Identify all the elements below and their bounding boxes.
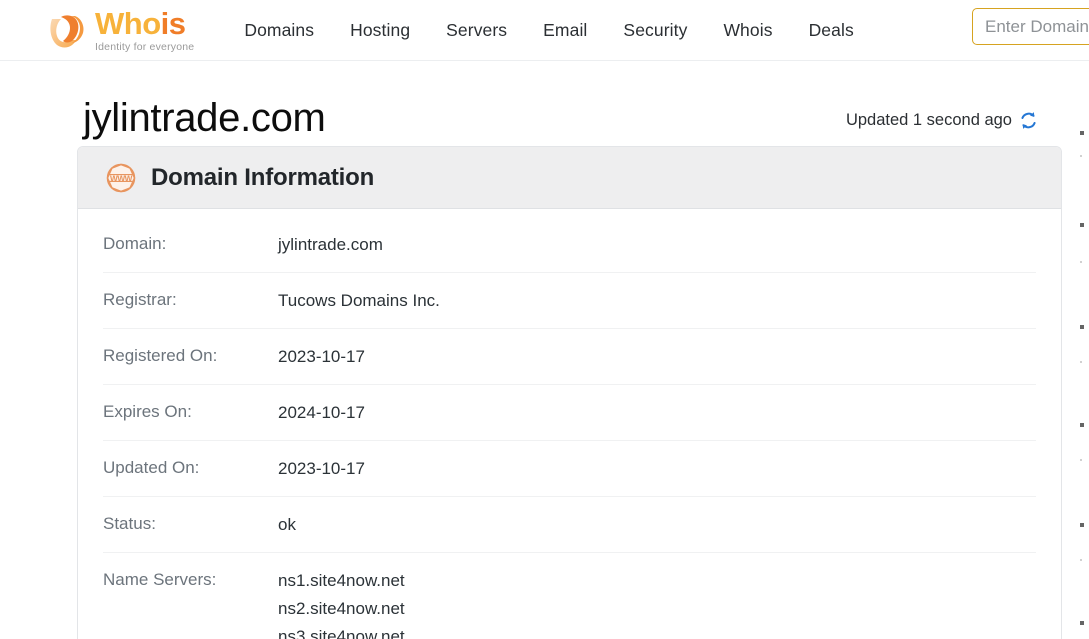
table-row: Domain: jylintrade.com [103,217,1036,274]
row-value-registered-on: 2023-10-17 [278,347,365,367]
row-label-status: Status: [103,514,156,534]
nav-item-whois[interactable]: Whois [705,20,790,41]
page-content: jylintrade.com Updated 1 second ago WWW … [0,61,1089,639]
row-value-status: ok [278,515,296,535]
domain-search-input[interactable] [972,8,1089,45]
row-value-expires-on: 2024-10-17 [278,403,365,423]
row-label-registered-on: Registered On: [103,346,218,366]
row-label-name-servers: Name Servers: [103,570,217,590]
brand-word-who: Who [95,5,161,41]
brand-text-block: Whois Identity for everyone [95,8,194,53]
page-edge-artifacts [1078,93,1089,639]
row-label-domain: Domain: [103,234,167,253]
row-value-registrar: Tucows Domains Inc. [278,291,440,311]
nav-item-hosting[interactable]: Hosting [332,20,428,41]
row-value-updated-on: 2023-10-17 [278,459,365,479]
name-server-item: ns1.site4now.net [278,571,405,591]
www-globe-icon: WWW [106,163,136,192]
page-title-row: jylintrade.com Updated 1 second ago [0,61,1089,146]
refresh-sync-icon[interactable] [1019,111,1038,130]
table-row: Updated On: 2023-10-17 [103,441,1036,498]
name-server-item: ns3.site4now.net [278,627,405,639]
header-search-wrapper [972,8,1089,45]
name-server-item: ns2.site4now.net [278,599,405,619]
nav-item-security[interactable]: Security [605,20,705,41]
table-row: Expires On: 2024-10-17 [103,385,1036,442]
card-header: WWW Domain Information [78,147,1061,209]
card-title: Domain Information [151,163,375,191]
table-row: Status: ok [103,497,1036,554]
nav-item-deals[interactable]: Deals [791,20,872,41]
table-row: Name Servers: ns1.site4now.net ns2.site4… [103,553,1036,639]
main-navigation: Domains Hosting Servers Email Security W… [226,20,1089,41]
updated-status: Updated 1 second ago [846,111,1062,146]
nav-item-domains[interactable]: Domains [226,20,332,41]
table-row: Registrar: Tucows Domains Inc. [103,273,1036,330]
whois-hand-logo-icon [50,15,84,48]
site-header: Whois Identity for everyone Domains Host… [0,0,1089,61]
page-title: jylintrade.com [83,96,326,140]
row-label-expires-on: Expires On: [103,402,192,422]
brand-wordmark: Whois [95,8,194,39]
nav-item-servers[interactable]: Servers [428,20,525,41]
brand-tagline: Identity for everyone [95,40,195,53]
row-value-name-servers: ns1.site4now.net ns2.site4now.net ns3.si… [278,567,405,639]
row-value-domain: jylintrade.com [278,235,383,254]
row-label-registrar: Registrar: [103,290,177,310]
svg-text:WWW: WWW [110,174,133,183]
row-label-updated-on: Updated On: [103,458,200,478]
domain-information-card: WWW Domain Information Domain: jylintrad… [77,146,1062,639]
card-body: Domain: jylintrade.com Registrar: Tucows… [78,209,1061,639]
brand-logo-link[interactable]: Whois Identity for everyone [47,8,194,53]
table-row: Registered On: 2023-10-17 [103,329,1036,386]
nav-item-email[interactable]: Email [525,20,605,41]
brand-word-is: is [160,5,186,41]
updated-timestamp-label: Updated 1 second ago [845,111,1012,129]
